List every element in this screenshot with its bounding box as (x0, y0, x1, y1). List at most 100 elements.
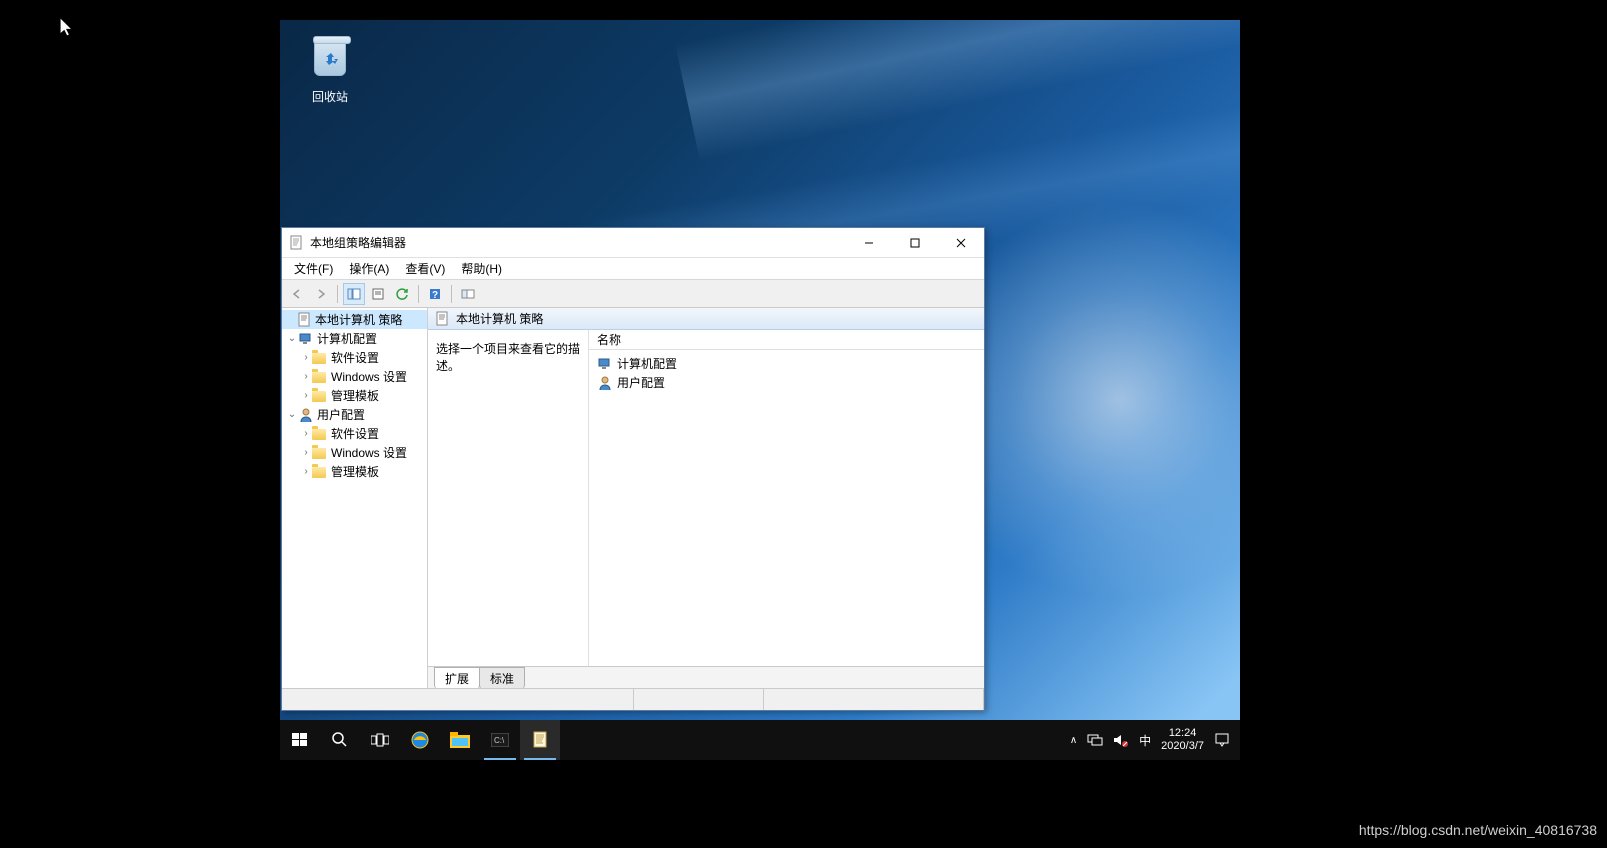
expand-icon[interactable]: › (300, 428, 312, 439)
expand-icon[interactable]: › (300, 371, 312, 382)
computer-icon (597, 356, 613, 372)
vm-desktop: 回收站 本地组策略编辑器 文件(F) 操作(A) 查看(V) 帮助(H) (280, 20, 1240, 760)
menu-help[interactable]: 帮助(H) (453, 258, 510, 279)
taskbar-ie[interactable] (400, 720, 440, 760)
tree-user-config[interactable]: ⌄ 用户配置 (282, 405, 427, 424)
expand-icon[interactable]: › (300, 390, 312, 401)
content-pane: 本地计算机 策略 选择一个项目来查看它的描述。 名称 计算机配置 (428, 308, 984, 688)
search-button[interactable] (320, 720, 360, 760)
svg-text:?: ? (432, 290, 438, 301)
collapse-icon[interactable]: ⌄ (286, 409, 298, 420)
menu-view[interactable]: 查看(V) (397, 258, 453, 279)
tree-label: 计算机配置 (317, 330, 377, 347)
mouse-cursor (60, 18, 76, 42)
toolbar-separator (337, 285, 338, 303)
recycle-bin-label: 回收站 (294, 88, 366, 105)
policy-icon (434, 311, 450, 327)
list-column-header[interactable]: 名称 (589, 330, 984, 350)
folder-icon (312, 350, 328, 366)
toolbar-properties-button[interactable] (367, 283, 389, 305)
volume-muted-icon[interactable] (1113, 733, 1129, 747)
recycle-bin-icon (310, 40, 350, 84)
nav-back-button[interactable] (286, 283, 308, 305)
maximize-button[interactable] (892, 228, 938, 258)
window-titlebar[interactable]: 本地组策略编辑器 (282, 228, 984, 258)
description-column: 选择一个项目来查看它的描述。 (428, 330, 588, 666)
expand-icon[interactable]: › (300, 466, 312, 477)
tree-root[interactable]: 本地计算机 策略 (282, 310, 427, 329)
toolbar-show-tree-button[interactable] (343, 283, 365, 305)
tree-label: 软件设置 (331, 349, 379, 366)
start-button[interactable] (280, 720, 320, 760)
column-name-header: 名称 (597, 331, 621, 348)
tree-software-settings-2[interactable]: › 软件设置 (282, 424, 427, 443)
taskbar-clock[interactable]: 12:24 2020/3/7 (1161, 727, 1204, 753)
ime-indicator[interactable]: 中 (1139, 732, 1151, 749)
taskbar-gpedit[interactable] (520, 720, 560, 760)
computer-icon (298, 331, 314, 347)
nav-forward-button[interactable] (310, 283, 332, 305)
list-column: 名称 计算机配置 用户配置 (588, 330, 984, 666)
folder-icon (312, 369, 328, 385)
menu-file[interactable]: 文件(F) (286, 258, 341, 279)
list-item-label: 用户配置 (617, 374, 665, 391)
toolbar-filter-button[interactable] (457, 283, 479, 305)
folder-icon (312, 426, 328, 442)
svg-text:C:\: C:\ (494, 736, 505, 745)
toolbar: ? (282, 280, 984, 308)
list-item-label: 计算机配置 (617, 355, 677, 372)
clock-time: 12:24 (1161, 727, 1204, 740)
tree-label: 软件设置 (331, 425, 379, 442)
tree-computer-config[interactable]: ⌄ 计算机配置 (282, 329, 427, 348)
tab-standard[interactable]: 标准 (479, 667, 525, 688)
collapse-icon[interactable]: ⌄ (286, 333, 298, 344)
content-header-text: 本地计算机 策略 (456, 310, 543, 327)
tree-label: Windows 设置 (331, 444, 407, 461)
taskbar-explorer[interactable] (440, 720, 480, 760)
user-icon (298, 407, 314, 423)
close-button[interactable] (938, 228, 984, 258)
menu-action[interactable]: 操作(A) (341, 258, 397, 279)
bottom-tabs: 扩展 标准 (428, 666, 984, 688)
watermark: https://blog.csdn.net/weixin_40816738 (1359, 822, 1597, 838)
list-item-user-config[interactable]: 用户配置 (595, 373, 978, 392)
toolbar-separator (418, 285, 419, 303)
tree-windows-settings-2[interactable]: › Windows 设置 (282, 443, 427, 462)
content-header: 本地计算机 策略 (428, 308, 984, 330)
tree-label: Windows 设置 (331, 368, 407, 385)
taskbar-cmd[interactable]: C:\ (480, 720, 520, 760)
toolbar-help-button[interactable]: ? (424, 283, 446, 305)
recycle-bin-desktop-icon[interactable]: 回收站 (294, 40, 366, 105)
network-icon[interactable] (1087, 733, 1103, 747)
folder-icon (312, 388, 328, 404)
content-body: 选择一个项目来查看它的描述。 名称 计算机配置 (428, 330, 984, 666)
gpedit-icon (288, 235, 304, 251)
minimize-button[interactable] (846, 228, 892, 258)
policy-icon (296, 312, 312, 328)
taskbar: C:\ ∧ 中 12:24 2020/3/7 (280, 720, 1240, 760)
tree-software-settings[interactable]: › 软件设置 (282, 348, 427, 367)
menu-bar: 文件(F) 操作(A) 查看(V) 帮助(H) (282, 258, 984, 280)
tray-chevron-up-icon[interactable]: ∧ (1070, 735, 1077, 746)
expand-icon[interactable]: › (300, 352, 312, 363)
tab-extended[interactable]: 扩展 (434, 667, 480, 688)
status-bar (282, 688, 984, 710)
tree-label: 用户配置 (317, 406, 365, 423)
folder-icon (312, 464, 328, 480)
action-center-icon[interactable] (1214, 732, 1230, 748)
expand-icon[interactable]: › (300, 447, 312, 458)
tree-label: 管理模板 (331, 463, 379, 480)
user-icon (597, 375, 613, 391)
list-items: 计算机配置 用户配置 (589, 350, 984, 396)
window-title: 本地组策略编辑器 (310, 234, 846, 251)
tree-pane[interactable]: 本地计算机 策略 ⌄ 计算机配置 › 软件设置 › Windows 设置 (282, 308, 428, 688)
toolbar-refresh-button[interactable] (391, 283, 413, 305)
folder-icon (312, 445, 328, 461)
task-view-button[interactable] (360, 720, 400, 760)
list-item-computer-config[interactable]: 计算机配置 (595, 354, 978, 373)
tree-windows-settings[interactable]: › Windows 设置 (282, 367, 427, 386)
workspace: 本地计算机 策略 ⌄ 计算机配置 › 软件设置 › Windows 设置 (282, 308, 984, 688)
tree-admin-templates-2[interactable]: › 管理模板 (282, 462, 427, 481)
tree-root-label: 本地计算机 策略 (315, 311, 402, 328)
tree-admin-templates[interactable]: › 管理模板 (282, 386, 427, 405)
